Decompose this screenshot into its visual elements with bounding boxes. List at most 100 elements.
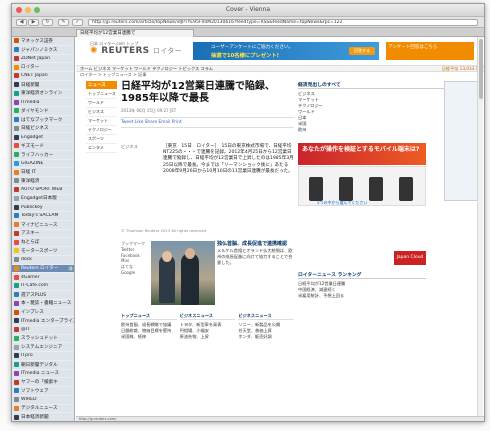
- sidebar-feed-item[interactable]: ソフトウェア: [12, 387, 74, 396]
- share-bar[interactable]: Tweet Like Share Email Print: [121, 117, 294, 128]
- sidebar-feed-item[interactable]: スラッシュドット: [12, 335, 74, 344]
- sidebar-feed-item[interactable]: ヤフーの「検索キ: [12, 378, 74, 387]
- sidebar-feed-item[interactable]: Today's SACLAM: [12, 212, 74, 221]
- sidebar-feed-item[interactable]: ダイヤモンド: [12, 107, 74, 116]
- feed-icon: [14, 204, 19, 210]
- sidebar-feed-item[interactable]: 東洋経済オンライン: [12, 90, 74, 99]
- sidebar-feed-item[interactable]: GIGAZINE: [12, 160, 74, 169]
- sidebar-feed-item[interactable]: 朝日新聞デジタル: [12, 361, 74, 370]
- nav-links[interactable]: ホーム ビジネス マーケット ワールド テクノロジー トピックス コラム: [80, 66, 213, 71]
- scrollbar-thumb[interactable]: [479, 39, 483, 99]
- forward-button[interactable]: ▶: [28, 19, 39, 26]
- right-skyscraper-ad[interactable]: [444, 81, 481, 201]
- survey-side-ad[interactable]: アンケート回答はこちら: [386, 42, 474, 60]
- sidebar-feed-label: ヤフーの「検索キ: [21, 380, 58, 386]
- sidebar-feed-item[interactable]: dock: [12, 256, 74, 265]
- sidebar-feed-item[interactable]: ロイター: [12, 63, 74, 72]
- sidebar-feed-label: 日経ビジネス: [21, 126, 49, 132]
- sidebar-feed-item[interactable]: ライフハッカー: [12, 151, 74, 160]
- sidebar-feed-item[interactable]: IT-Cafe.com: [12, 282, 74, 291]
- left-menu-item[interactable]: トップニュース: [86, 90, 117, 99]
- section-heading[interactable]: ビジネスニュース: [238, 313, 295, 320]
- logo-text: REUTERS: [101, 46, 150, 56]
- main-navigation[interactable]: ホーム ビジネス マーケット ワールド テクノロジー トピックス コラム 日経平…: [76, 65, 484, 72]
- phone-icon[interactable]: [369, 177, 383, 201]
- sidebar-feed-label: ロイター: [21, 65, 40, 71]
- sidebar-feed-item[interactable]: ITmedia: [12, 98, 74, 107]
- sidebar-feed-item[interactable]: ZDNet Japan: [12, 55, 74, 64]
- feed-list-sidebar[interactable]: マネックス証券 ジャパンノミクス ZDNet Japan ロイター CNET Japan…: [12, 37, 75, 421]
- sidebar-feed-item[interactable]: 4Gamer: [12, 273, 74, 282]
- left-menu-item[interactable]: ビジネス: [86, 108, 117, 117]
- vertical-scrollbar[interactable]: [477, 37, 483, 421]
- left-menu-item[interactable]: ワールド: [86, 99, 117, 108]
- tab-article[interactable]: 日経平均が12営業日連騰で: [76, 29, 194, 37]
- breadcrumb[interactable]: ロイター > トップニュース > 記事: [76, 72, 484, 78]
- feed-icon: [14, 265, 19, 271]
- left-menu-item[interactable]: スポーツ: [86, 135, 117, 144]
- section-link[interactable]: 原油先物、上昇: [180, 334, 236, 340]
- sidebar-feed-item[interactable]: @IT: [12, 326, 74, 335]
- sidebar-feed-item[interactable]: ITpro: [12, 352, 74, 361]
- sidebar-feed-item[interactable]: 日経ビジネス: [12, 125, 74, 134]
- sidebar-feed-item[interactable]: ギズモード: [12, 142, 74, 151]
- sidebar-feed-item[interactable]: マネックス証券: [12, 37, 74, 46]
- section-link[interactable]: 米国株、続伸: [121, 334, 177, 340]
- reuters-logo[interactable]: ✺ REUTERS ロイター: [90, 46, 182, 56]
- new-article-button[interactable]: ✎: [58, 19, 69, 26]
- sidebar-feed-item[interactable]: Publickey: [12, 203, 74, 212]
- photo-title-link[interactable]: 独仏首脳、成長促進で連携確認: [217, 241, 294, 248]
- left-menu-item[interactable]: マーケット: [86, 117, 117, 126]
- refresh-button[interactable]: ↻: [42, 19, 53, 26]
- address-bar[interactable]: http://jp.reuters.com/article/topNews/id…: [88, 19, 478, 26]
- sidebar-feed-item[interactable]: AUTO SPORT WEB: [12, 186, 74, 195]
- sidebar-feed-item[interactable]: デジタルニュース: [12, 405, 74, 414]
- sidebar-feed-item[interactable]: 本・雑誌・書籍ニュース: [12, 300, 74, 309]
- sidebar-feed-item[interactable]: アスキー: [12, 230, 74, 239]
- survey-banner-ad[interactable]: ユーザーアンケートにご協力ください。 抽選で10名様にプレゼント! 回答する: [193, 42, 379, 60]
- phone-icon[interactable]: [339, 177, 353, 201]
- feed-icon: [14, 397, 19, 403]
- sidebar-feed-item[interactable]: マイナビニュース: [12, 221, 74, 230]
- sidebar-feed-item[interactable]: Engadget日本版: [12, 195, 74, 204]
- phone-choice-panel[interactable]: 5つの中から選んでください: [298, 166, 426, 206]
- phone-icon[interactable]: [399, 177, 413, 201]
- sidebar-feed-item[interactable]: ITmedia エンタープライズ: [12, 317, 74, 326]
- sidebar-feed-item[interactable]: ジャパンノミクス: [12, 46, 74, 55]
- sidebar-feed-item[interactable]: 日経 IT: [12, 168, 74, 177]
- cloud-ad[interactable]: Japan Cloud: [394, 251, 426, 265]
- sidebar-feed-item[interactable]: 日経新聞: [12, 81, 74, 90]
- feed-icon: [14, 213, 19, 219]
- sidebar-feed-item[interactable]: インプレス: [12, 308, 74, 317]
- sidebar-feed-item[interactable]: 東洋経済: [12, 177, 74, 186]
- news-photo[interactable]: [151, 241, 215, 305]
- sidebar-feed-item[interactable]: モータースポーツ: [12, 247, 74, 256]
- sidebar-feed-item[interactable]: システムエンジニア: [12, 343, 74, 352]
- section-heading[interactable]: ビジネスニュース: [179, 313, 236, 320]
- sidebar-feed-item[interactable]: 週アスPLUS: [12, 291, 74, 300]
- bookmark-link[interactable]: Google: [121, 270, 149, 276]
- sidebar-feed-item[interactable]: ITmedia ニュース: [12, 370, 74, 379]
- mobile-survey-ad[interactable]: あなたが操作を検証とするモバイル端末は?: [298, 143, 426, 165]
- sidebar-feed-item[interactable]: Engadget: [12, 133, 74, 142]
- feed-icon: [14, 230, 19, 236]
- left-menu-item[interactable]: テクノロジー: [86, 126, 117, 135]
- sidebar-feed-label: ITmedia ニュース: [21, 371, 60, 377]
- back-button[interactable]: ◀: [16, 19, 27, 26]
- sidebar-feed-item[interactable]: WIRED: [12, 396, 74, 405]
- mark-read-button[interactable]: ✓: [72, 19, 83, 26]
- left-menu-item[interactable]: エンタメ: [86, 144, 117, 153]
- sidebar-feed-item[interactable]: 日本経済新聞: [12, 413, 74, 421]
- ranking-link[interactable]: 米雇用統計、予想上回る: [298, 293, 426, 299]
- sidebar-feed-item[interactable]: はてなブックマーク: [12, 116, 74, 125]
- section-link[interactable]: ホンダ、販売好調: [238, 334, 294, 340]
- survey-ad-button[interactable]: 回答する: [349, 47, 375, 55]
- sidebar-feed-item[interactable]: Reuters ロイター 4: [12, 264, 74, 274]
- section-heading[interactable]: トップニュース: [121, 313, 177, 320]
- sidebar-feed-item[interactable]: ねとらぼ: [12, 238, 74, 247]
- sidebar-feed-item[interactable]: CNET Japan: [12, 72, 74, 81]
- bookmark-link[interactable]: ブックマーク: [121, 241, 149, 247]
- sidebar-feed-label: スラッシュドット: [21, 336, 58, 342]
- sidebar-feed-label: はてなブックマーク: [21, 117, 63, 123]
- phone-icon[interactable]: [309, 177, 323, 201]
